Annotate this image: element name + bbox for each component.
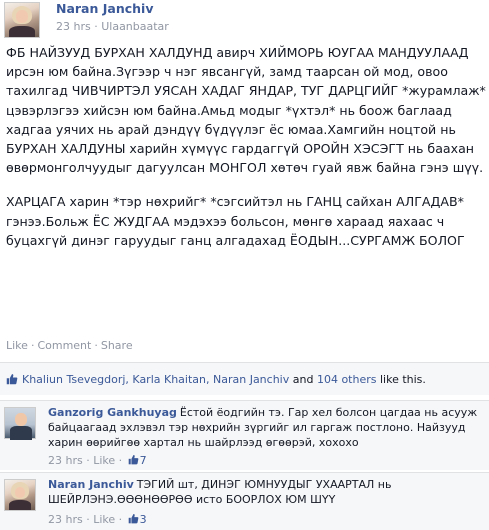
- post-location[interactable]: Ulaanbaatar: [101, 20, 169, 33]
- post-paragraph: ХАРЦАГА харин *тэр нөхрийг* *сэгсийтэл н…: [6, 194, 465, 248]
- thumbs-up-icon: [6, 374, 18, 385]
- avatar-body: [10, 426, 32, 440]
- post-meta: 23 hrs · Ulaanbaatar: [56, 20, 169, 33]
- comment-time[interactable]: 23 hrs: [48, 513, 83, 526]
- commenter-avatar[interactable]: [4, 479, 36, 511]
- likes-text: Khaliun Tsevegdorj, Karla Khaitan, Naran…: [22, 373, 426, 386]
- comment-like-link[interactable]: Like: [93, 513, 115, 526]
- comment-text: Naran Janchiv ТЭГИЙ шт, ДИНЭГ ЮМНУУДЫГ УХ…: [48, 477, 484, 507]
- post-header: Naran Janchiv 23 hrs · Ulaanbaatar: [0, 0, 489, 40]
- post-body: ФБ НАЙЗУУД БУРХАН ХАЛДУНД авирч ХИЙМОРЬ …: [6, 43, 486, 265]
- comment-time[interactable]: 23 hrs: [48, 454, 83, 467]
- avatar-body: [9, 26, 35, 37]
- avatar-face: [14, 486, 26, 498]
- action-separator: ·: [30, 339, 35, 352]
- author-avatar[interactable]: [4, 2, 40, 38]
- post-author-name[interactable]: Naran Janchiv: [56, 1, 153, 16]
- comment-like-count[interactable]: 7: [140, 454, 147, 467]
- likes-suffix: like this.: [379, 373, 426, 386]
- comment: Naran Janchiv ТЭГИЙ шт, ДИНЭГ ЮМНУУДЫГ УХ…: [0, 472, 489, 530]
- avatar-face: [15, 413, 27, 426]
- likes-and: and: [292, 373, 314, 386]
- post-actions: Like · Comment · Share: [6, 339, 133, 352]
- comment-meta: 23 hrs · Like · 3: [48, 513, 147, 526]
- comment-author[interactable]: Naran Janchiv: [48, 478, 134, 491]
- post-paragraph: ФБ НАЙЗУУД БУРХАН ХАЛДУНД авирч ХИЙМОРЬ …: [6, 45, 486, 176]
- meta-separator: ·: [86, 513, 90, 526]
- likers-names[interactable]: Khaliun Tsevegdorj, Karla Khaitan, Naran…: [22, 373, 289, 386]
- action-separator: ·: [94, 339, 98, 352]
- meta-separator: ·: [118, 513, 123, 526]
- likes-summary-bar: Khaliun Tsevegdorj, Karla Khaitan, Naran…: [0, 362, 489, 395]
- thumbs-up-icon[interactable]: [128, 454, 139, 465]
- comment: Ganzorig Gankhuyag Ёстой ёодгийн тэ. Гар …: [0, 400, 489, 470]
- comment-author[interactable]: Ganzorig Gankhuyag: [48, 406, 177, 419]
- share-link[interactable]: Share: [101, 339, 133, 352]
- commenter-avatar[interactable]: [4, 407, 36, 440]
- meta-separator: ·: [94, 20, 98, 33]
- post-time[interactable]: 23 hrs: [56, 20, 91, 33]
- comment-link[interactable]: Comment: [37, 339, 91, 352]
- like-link[interactable]: Like: [6, 339, 28, 352]
- avatar-face: [16, 10, 28, 24]
- comment-like-link[interactable]: Like: [93, 454, 115, 467]
- comment-like-count[interactable]: 3: [140, 513, 147, 526]
- meta-separator: ·: [118, 454, 123, 467]
- avatar-body: [8, 500, 32, 510]
- comment-text: Ganzorig Gankhuyag Ёстой ёодгийн тэ. Гар …: [48, 405, 484, 450]
- comment-meta: 23 hrs · Like · 7: [48, 454, 147, 467]
- thumbs-up-icon[interactable]: [128, 513, 139, 524]
- meta-separator: ·: [86, 454, 90, 467]
- likes-others-link[interactable]: 104 others: [317, 373, 377, 386]
